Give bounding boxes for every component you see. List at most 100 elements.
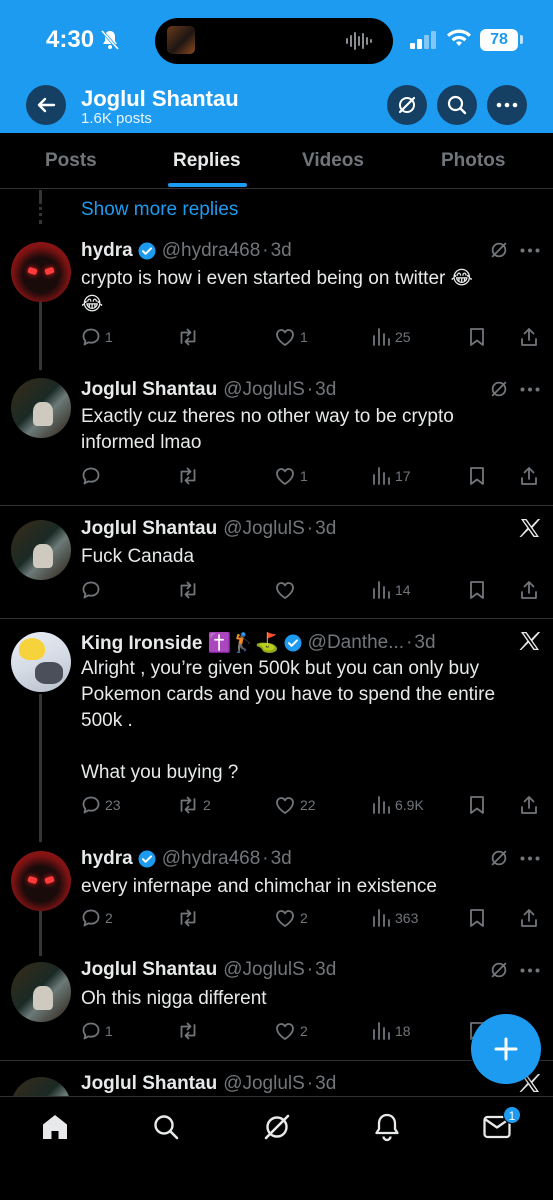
- tweet[interactable]: King Ironside ✝️🏌️⛳ @Danthe... · 3d Alri…: [0, 619, 553, 841]
- reply-button[interactable]: 1: [81, 327, 113, 347]
- tweet-time[interactable]: 3d: [414, 632, 435, 654]
- tweet-time[interactable]: 3d: [271, 240, 292, 262]
- nav-search[interactable]: [150, 1111, 182, 1143]
- views-button[interactable]: 18: [371, 1021, 411, 1041]
- tweet[interactable]: Joglul Shantau @JoglulS · 3d Fuck Canada…: [0, 506, 553, 619]
- tab-posts[interactable]: Posts: [45, 150, 97, 172]
- author-name[interactable]: Joglul Shantau: [81, 1073, 217, 1095]
- author-handle[interactable]: @JoglulS: [223, 959, 305, 981]
- avatar[interactable]: [11, 520, 71, 580]
- search-button[interactable]: [437, 85, 477, 125]
- grok-icon[interactable]: [489, 379, 509, 399]
- author-name[interactable]: King Ironside ✝️🏌️⛳: [81, 631, 279, 655]
- reply-button[interactable]: [81, 580, 105, 600]
- nav-home[interactable]: [39, 1111, 71, 1143]
- tab-photos[interactable]: Photos: [441, 150, 505, 172]
- grok-icon[interactable]: [489, 960, 509, 980]
- more-icon[interactable]: [520, 856, 540, 861]
- tweet-time[interactable]: 3d: [315, 379, 336, 401]
- retweet-button[interactable]: [177, 466, 203, 486]
- grok-icon: [264, 1114, 290, 1140]
- reply-button[interactable]: [81, 466, 105, 486]
- author-name[interactable]: Joglul Shantau: [81, 959, 217, 981]
- retweet-icon: [180, 581, 196, 599]
- bookmark-button[interactable]: [468, 327, 486, 347]
- author-handle[interactable]: @JoglulS: [223, 1073, 305, 1095]
- tweet[interactable]: Joglul Shantau @JoglulS · 3d Exactly cuz…: [0, 362, 553, 506]
- retweet-button[interactable]: [177, 1021, 203, 1041]
- tweet-time[interactable]: 3d: [315, 1073, 336, 1095]
- bookmark-button[interactable]: [468, 580, 486, 600]
- share-button[interactable]: [519, 580, 539, 600]
- like-button[interactable]: 1: [274, 466, 308, 486]
- share-button[interactable]: [519, 466, 539, 486]
- avatar[interactable]: [11, 962, 71, 1022]
- tab-videos[interactable]: Videos: [302, 150, 364, 172]
- reply-button[interactable]: 1: [81, 1021, 113, 1041]
- author-name[interactable]: hydra: [81, 240, 133, 262]
- share-button[interactable]: [519, 908, 539, 928]
- more-options-button[interactable]: [487, 85, 527, 125]
- author-name[interactable]: Joglul Shantau: [81, 518, 217, 540]
- views-button[interactable]: 6.9K: [371, 795, 424, 815]
- avatar[interactable]: [11, 242, 71, 302]
- like-button[interactable]: 1: [274, 327, 308, 347]
- views-button[interactable]: 363: [371, 908, 418, 928]
- like-button[interactable]: 2: [274, 1021, 308, 1041]
- compose-button[interactable]: [471, 1014, 541, 1084]
- views-button[interactable]: 17: [371, 466, 411, 486]
- author-name[interactable]: hydra: [81, 848, 133, 870]
- tweet-time[interactable]: 3d: [315, 518, 336, 540]
- reply-button[interactable]: 2: [81, 908, 113, 928]
- retweet-button[interactable]: 2: [177, 795, 211, 815]
- grok-icon[interactable]: [489, 240, 509, 260]
- x-logo-icon[interactable]: [519, 517, 541, 539]
- retweet-button[interactable]: [177, 580, 203, 600]
- reply-count: 2: [105, 910, 113, 926]
- more-icon[interactable]: [520, 387, 540, 392]
- bookmark-button[interactable]: [468, 908, 486, 928]
- like-button[interactable]: 22: [274, 795, 316, 815]
- tweet[interactable]: Joglul Shantau @JoglulS · 3d Oh this nig…: [0, 951, 553, 1061]
- author-name[interactable]: Joglul Shantau: [81, 379, 217, 401]
- author-handle[interactable]: @JoglulS: [223, 379, 305, 401]
- like-button[interactable]: [274, 580, 300, 600]
- search-icon: [447, 95, 467, 115]
- grok-button[interactable]: [387, 85, 427, 125]
- more-icon[interactable]: [520, 248, 540, 253]
- retweet-button[interactable]: [177, 908, 203, 928]
- tab-replies[interactable]: Replies: [173, 150, 241, 172]
- tweet-time[interactable]: 3d: [271, 848, 292, 870]
- nav-grok[interactable]: [261, 1111, 293, 1143]
- messages-badge: 1: [503, 1106, 521, 1124]
- avatar[interactable]: [11, 632, 71, 692]
- reply-button[interactable]: 23: [81, 795, 121, 815]
- share-button[interactable]: [519, 795, 539, 815]
- avatar[interactable]: [11, 1077, 71, 1096]
- reply-count: 23: [105, 797, 121, 813]
- tweet[interactable]: hydra @hydra468 · 3d every infernape and…: [0, 841, 553, 951]
- tweet-time[interactable]: 3d: [315, 959, 336, 981]
- tweet-actions: 14: [81, 580, 541, 604]
- retweet-button[interactable]: [177, 327, 203, 347]
- author-handle[interactable]: @hydra468: [162, 240, 261, 262]
- more-icon[interactable]: [520, 968, 540, 973]
- views-button[interactable]: 14: [371, 580, 411, 600]
- author-handle[interactable]: @Danthe...: [308, 632, 404, 654]
- share-button[interactable]: [519, 327, 539, 347]
- bookmark-button[interactable]: [468, 795, 486, 815]
- nav-notifications[interactable]: [371, 1111, 403, 1143]
- tweet[interactable]: Joglul Shantau @JoglulS · 3d: [0, 1061, 553, 1096]
- like-button[interactable]: 2: [274, 908, 308, 928]
- avatar[interactable]: [11, 851, 71, 911]
- views-button[interactable]: 25: [371, 327, 411, 347]
- bookmark-button[interactable]: [468, 466, 486, 486]
- avatar[interactable]: [11, 378, 71, 438]
- back-button[interactable]: [26, 85, 66, 125]
- author-handle[interactable]: @JoglulS: [223, 518, 305, 540]
- x-logo-icon[interactable]: [519, 630, 541, 652]
- author-handle[interactable]: @hydra468: [162, 848, 261, 870]
- show-more-replies-link[interactable]: Show more replies: [81, 199, 238, 221]
- tweet[interactable]: hydra @hydra468 · 3d crypto is how i eve…: [0, 232, 553, 362]
- grok-icon[interactable]: [489, 848, 509, 868]
